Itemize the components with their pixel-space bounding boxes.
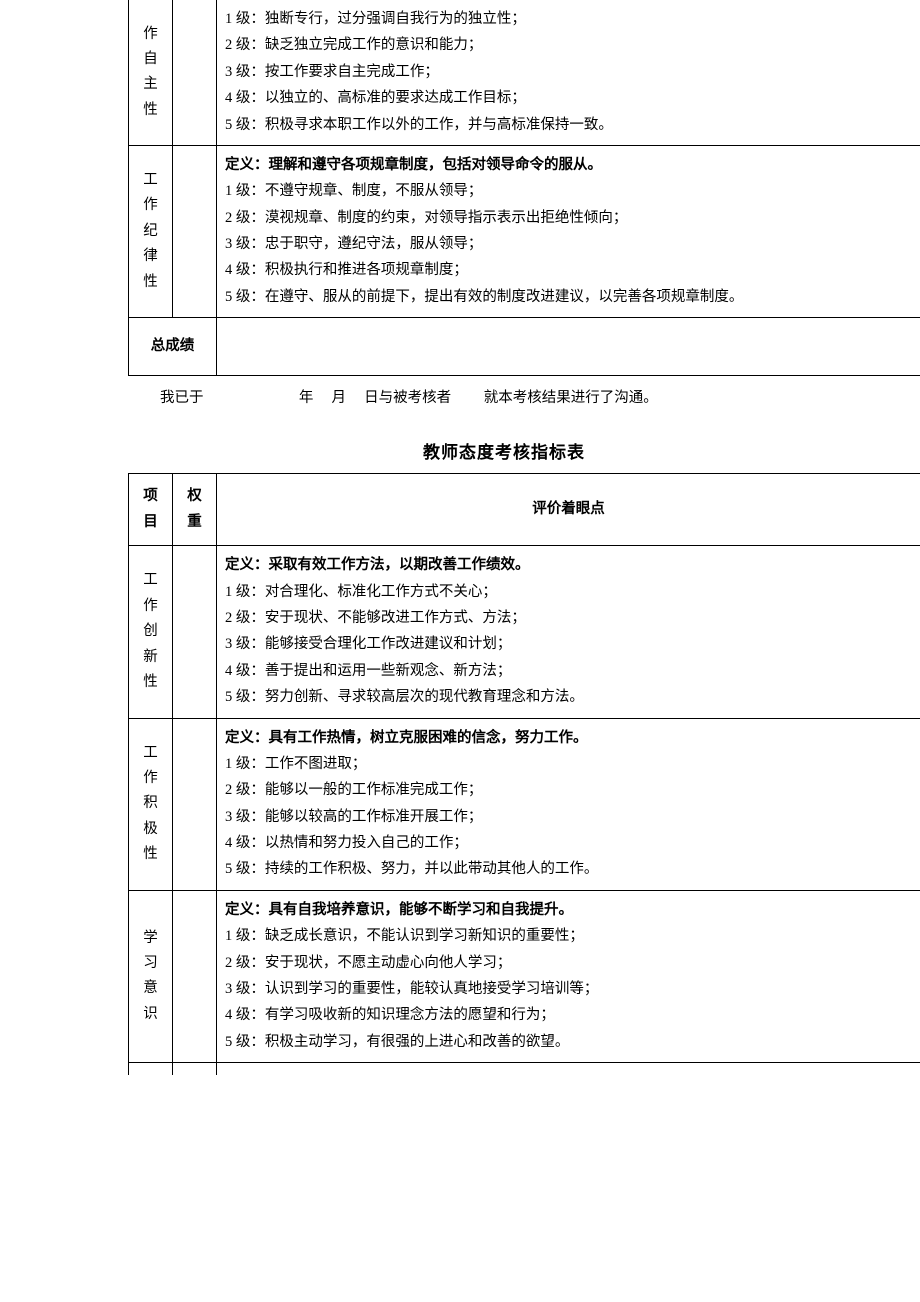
level-line: 4 级：以热情和努力投入自己的工作； [225, 831, 912, 856]
criteria-cell: 定义：采取有效工作方法，以期改善工作绩效。1 级：对合理化、标准化工作方式不关心… [217, 546, 920, 718]
level-line: 4 级：有学习吸收新的知识理念方法的愿望和行为； [225, 1003, 912, 1028]
item-char: 学 [137, 926, 164, 951]
table2-title: 教师态度考核指标表 [128, 428, 880, 474]
item-char: 工 [137, 568, 164, 593]
level-line: 5 级：积极主动学习，有很强的上进心和改善的欲望。 [225, 1030, 912, 1055]
total-label-cell: 总成绩 [129, 318, 217, 376]
item-name-cell: 工作积极性 [129, 718, 173, 890]
level-line: 2 级：安于现状，不愿主动虚心向他人学习； [225, 951, 912, 976]
item-name-cell: 工作纪律性 [129, 145, 173, 317]
total-value-cell [217, 318, 920, 376]
item-char: 性 [137, 670, 164, 695]
item-char: 积 [137, 791, 164, 816]
item-char: 纪 [137, 219, 164, 244]
level-line: 3 级：按工作要求自主完成工作； [225, 60, 912, 85]
level-line: 1 级：独断专行，过分强调自我行为的独立性； [225, 7, 912, 32]
weight-cell [173, 890, 217, 1062]
level-line: 1 级：工作不图进取； [225, 752, 912, 777]
hdr-weight: 权重 [173, 474, 217, 546]
footer-suffix: 就本考核结果进行了沟通。 [484, 390, 658, 406]
footer-month-label: 月 [332, 390, 347, 406]
level-line: 4 级：积极执行和推进各项规章制度； [225, 258, 912, 283]
level-line: 3 级：能够以较高的工作标准开展工作； [225, 805, 912, 830]
weight-cell [173, 546, 217, 718]
table-row: 作自主性 1 级：独断专行，过分强调自我行为的独立性；2 级：缺乏独立完成工作的意… [129, 0, 920, 145]
criteria-cell: 定义：理解和遵守各项规章制度，包括对领导命令的服从。1 级：不遵守规章、制度，不… [217, 145, 920, 317]
item-name-cell: 学习意识 [129, 890, 173, 1062]
footer-year-label: 年 [299, 390, 314, 406]
item-char: 主 [137, 72, 164, 97]
level-line: 1 级：不遵守规章、制度，不服从领导； [225, 179, 912, 204]
table-row: 工作纪律性定义：理解和遵守各项规章制度，包括对领导命令的服从。1 级：不遵守规章… [129, 145, 920, 317]
table-row: 学习意识定义：具有自我培养意识，能够不断学习和自我提升。1 级：缺乏成长意识，不… [129, 890, 920, 1062]
definition-text: 定义：具有自我培养意识，能够不断学习和自我提升。 [225, 898, 912, 923]
level-line: 5 级：积极寻求本职工作以外的工作，并与高标准保持一致。 [225, 113, 912, 138]
table1-frame: 作自主性1 级：独断专行，过分强调自我行为的独立性；2 级：缺乏独立完成工作的意… [128, 0, 920, 376]
weight-cell [173, 145, 217, 317]
level-line: 2 级：安于现状、不能够改进工作方式、方法； [225, 606, 912, 631]
item-char: 作 [137, 22, 164, 47]
item-char: 性 [137, 98, 164, 123]
level-line: 2 级：漠视规章、制度的约束，对领导指示表示出拒绝性倾向； [225, 206, 912, 231]
item-char: 律 [137, 244, 164, 269]
table-row: 工作积极性定义：具有工作热情，树立克服困难的信念，努力工作。1 级：工作不图进取… [129, 718, 920, 890]
item-char: 作 [137, 594, 164, 619]
item-char: 自 [137, 47, 164, 72]
footer-statement: 我已于 年 月 日与被考核者 就本考核结果进行了沟通。 [160, 386, 920, 411]
level-line: 4 级：以独立的、高标准的要求达成工作目标； [225, 86, 912, 111]
evaluation-table-2: 项目 权重 评价着眼点 工作创新性定义：采取有效工作方法，以期改善工作绩效。1 … [128, 473, 920, 1075]
level-line: 3 级：认识到学习的重要性，能较认真地接受学习培训等； [225, 977, 912, 1002]
item-char: 性 [137, 270, 164, 295]
hdr-item: 项目 [129, 474, 173, 546]
table2-header-row: 项目 权重 评价着眼点 [129, 474, 920, 546]
definition-text: 定义：具有工作热情，树立克服困难的信念，努力工作。 [225, 726, 912, 751]
criteria-cell: 定义：具有自我培养意识，能够不断学习和自我提升。1 级：缺乏成长意识，不能认识到… [217, 890, 920, 1062]
level-line: 5 级：在遵守、服从的前提下，提出有效的制度改进建议，以完善各项规章制度。 [225, 285, 912, 310]
criteria-cell: 定义：具有工作热情，树立克服困难的信念，努力工作。1 级：工作不图进取；2 级：… [217, 718, 920, 890]
item-name-cell: 作自主性 [129, 0, 173, 145]
level-line: 4 级：善于提出和运用一些新观念、新方法； [225, 659, 912, 684]
item-char: 意 [137, 976, 164, 1001]
item-char: 新 [137, 645, 164, 670]
level-line: 3 级：能够接受合理化工作改进建议和计划； [225, 632, 912, 657]
level-line: 5 级：持续的工作积极、努力，并以此带动其他人的工作。 [225, 857, 912, 882]
level-line: 1 级：对合理化、标准化工作方式不关心； [225, 580, 912, 605]
item-char: 极 [137, 817, 164, 842]
level-line: 1 级：缺乏成长意识，不能认识到学习新知识的重要性； [225, 924, 912, 949]
footer-prefix: 我已于 [160, 390, 204, 406]
level-line: 3 级：忠于职守，遵纪守法，服从领导； [225, 232, 912, 257]
item-char: 识 [137, 1002, 164, 1027]
level-line: 2 级：能够以一般的工作标准完成工作； [225, 778, 912, 803]
item-char: 作 [137, 766, 164, 791]
footer-day-label: 日与被考核者 [364, 390, 451, 406]
item-name-cell: 工作创新性 [129, 546, 173, 718]
definition-text: 定义：采取有效工作方法，以期改善工作绩效。 [225, 553, 912, 578]
item-char: 性 [137, 842, 164, 867]
total-row: 总成绩 [129, 318, 920, 376]
item-char: 作 [137, 193, 164, 218]
hdr-content: 评价着眼点 [217, 474, 920, 546]
weight-cell [173, 718, 217, 890]
level-line: 5 级：努力创新、寻求较高层次的现代教育理念和方法。 [225, 685, 912, 710]
item-char: 工 [137, 168, 164, 193]
table2-frame: 教师态度考核指标表 项目 权重 评价着眼点 工作创新性定义：采取有效工作方法，以… [128, 428, 920, 1076]
item-char: 创 [137, 619, 164, 644]
criteria-cell: 1 级：独断专行，过分强调自我行为的独立性；2 级：缺乏独立完成工作的意识和能力… [217, 0, 920, 145]
item-char: 习 [137, 951, 164, 976]
separator-row [129, 1063, 920, 1076]
definition-text: 定义：理解和遵守各项规章制度，包括对领导命令的服从。 [225, 153, 912, 178]
table-row: 工作创新性定义：采取有效工作方法，以期改善工作绩效。1 级：对合理化、标准化工作… [129, 546, 920, 718]
item-char: 工 [137, 741, 164, 766]
weight-cell [173, 0, 217, 145]
evaluation-table-1: 作自主性1 级：独断专行，过分强调自我行为的独立性；2 级：缺乏独立完成工作的意… [128, 0, 920, 376]
level-line: 2 级：缺乏独立完成工作的意识和能力； [225, 33, 912, 58]
